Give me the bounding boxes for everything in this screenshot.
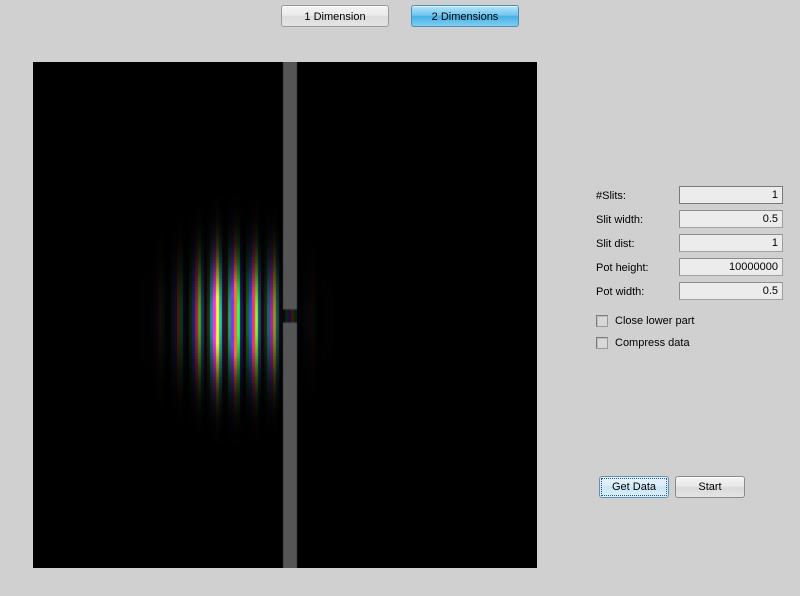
label-slits: #Slits: xyxy=(596,190,626,202)
checkbox-close-lower-part-label: Close lower part xyxy=(615,315,695,327)
field-row-slit-width: Slit width: xyxy=(596,210,791,233)
control-panel: #Slits: Slit width: Slit dist: Pot heigh… xyxy=(596,186,791,516)
start-button-label: Start xyxy=(698,481,722,493)
checkbox-compress-data-label: Compress data xyxy=(615,337,690,349)
label-pot-height: Pot height: xyxy=(596,262,649,274)
checkbox-close-lower-part-box[interactable] xyxy=(596,315,608,327)
action-button-row: Get Data Start xyxy=(599,476,759,500)
input-pot-width[interactable] xyxy=(679,282,783,300)
field-row-pot-width: Pot width: xyxy=(596,282,791,305)
checkbox-close-lower-part[interactable]: Close lower part xyxy=(596,310,791,332)
label-slit-dist: Slit dist: xyxy=(596,238,635,250)
input-pot-height[interactable] xyxy=(679,258,783,276)
checkbox-compress-data-box[interactable] xyxy=(596,337,608,349)
field-row-slit-dist: Slit dist: xyxy=(596,234,791,257)
input-slit-dist[interactable] xyxy=(679,234,783,252)
tab-bar: 1 Dimension 2 Dimensions xyxy=(0,0,800,32)
get-data-button[interactable]: Get Data xyxy=(599,476,669,498)
checkbox-compress-data[interactable]: Compress data xyxy=(596,332,791,354)
field-row-slits: #Slits: xyxy=(596,186,791,209)
wave-function-canvas[interactable] xyxy=(33,62,537,568)
tab-1-dimension[interactable]: 1 Dimension xyxy=(281,5,389,27)
get-data-button-label: Get Data xyxy=(611,481,657,493)
label-pot-width: Pot width: xyxy=(596,286,645,298)
field-row-pot-height: Pot height: xyxy=(596,258,791,281)
label-slit-width: Slit width: xyxy=(596,214,644,226)
tab-2-dimensions[interactable]: 2 Dimensions xyxy=(411,5,519,27)
start-button[interactable]: Start xyxy=(675,476,745,498)
simulation-view[interactable] xyxy=(33,62,537,568)
input-slits[interactable] xyxy=(679,186,783,204)
tab-2-dimensions-label: 2 Dimensions xyxy=(431,11,499,23)
tab-1-dimension-label: 1 Dimension xyxy=(304,11,366,23)
input-slit-width[interactable] xyxy=(679,210,783,228)
